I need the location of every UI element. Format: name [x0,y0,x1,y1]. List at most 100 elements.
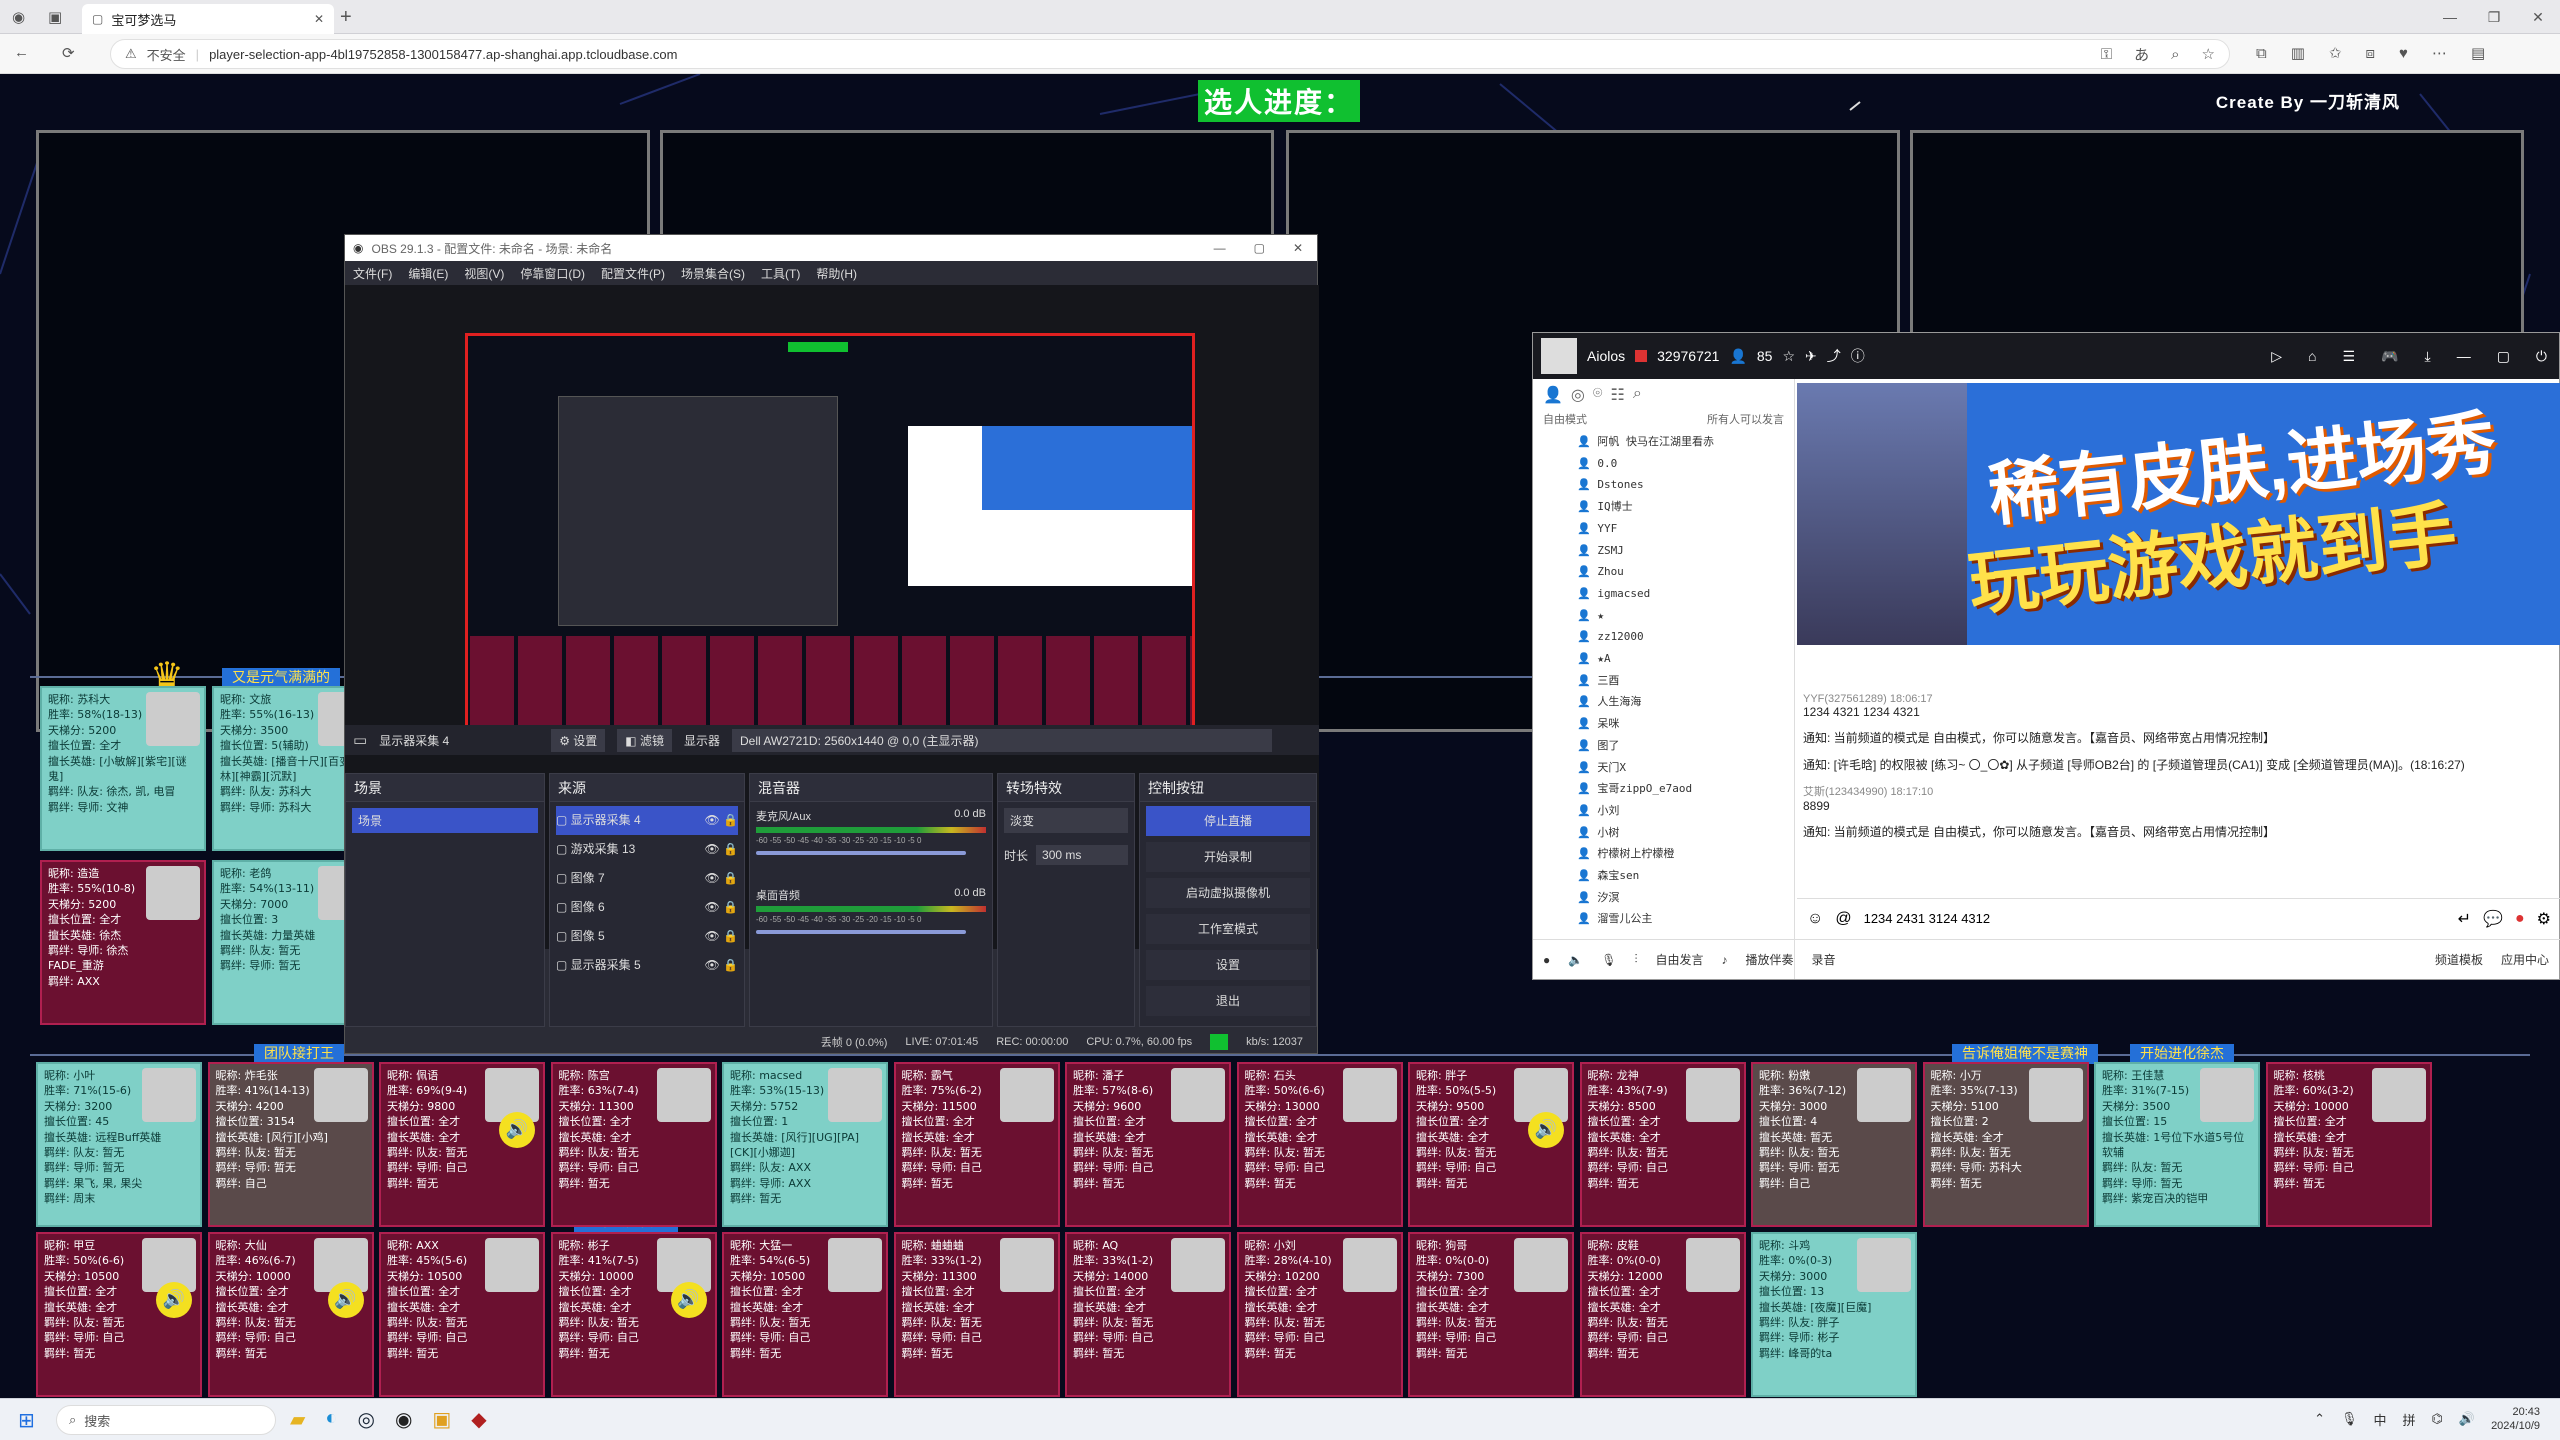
clock-date[interactable]: 2024/10/9 [2491,1419,2540,1433]
player-card[interactable]: 昵称: 小万 胜率: 35%(7-13) 天梯分: 5100 擅长位置: 2 擅长英雄:… [1922,1062,2089,1227]
location-icon[interactable]: ⌾ [1593,385,1603,405]
user-list-item[interactable]: 👤 zz12000 [1577,626,1794,648]
search-icon[interactable]: ⌕ [1633,385,1642,405]
source-settings-button[interactable]: ⚙ 设置 [551,728,606,752]
chat-input[interactable]: 1234 2431 3124 4312 [1864,911,2446,926]
maximize-icon[interactable]: ❐ [2472,0,2516,34]
player-card[interactable]: 昵称: 小叶 胜率: 71%(15-6) 天梯分: 3200 擅长位置: 45 擅长英雄… [36,1062,202,1227]
aio-power-icon[interactable]: ⏻ [2536,348,2547,365]
visibility-lock-icon[interactable]: 👁 🔒 [704,864,738,893]
edge-icon[interactable]: ◐ [325,1407,337,1432]
extensions-icon[interactable]: ⧉ [2256,44,2267,62]
free-speak-button[interactable]: 自由发言 [1655,951,1703,968]
browser-tab[interactable]: ▢ 宝可梦选马 ✕ [82,4,334,34]
download-icon[interactable]: ⤓ [2424,348,2430,365]
display-select[interactable]: Dell AW2721D: 2560x1440 @ 0,0 (主显示器) [732,728,1272,752]
tab-actions-icon[interactable]: ▣ [48,8,62,26]
user-list-item[interactable]: 👤 IQ博士 [1577,496,1794,518]
duration-input[interactable]: 300 ms [1036,845,1128,865]
volume-icon[interactable]: 🔊 [2459,1411,2475,1427]
player-card[interactable]: 昵称: 王佳慧 胜率: 31%(7-15) 天梯分: 3500 擅长位置: 15 擅长英… [2094,1062,2260,1227]
player-card[interactable]: 昵称: AQ 胜率: 33%(1-2) 天梯分: 14000 擅长位置: 全才 擅长英雄… [1065,1232,1231,1397]
source-item[interactable]: ▢ 游戏采集 13 👁 🔒 [556,835,738,864]
mention-icon[interactable]: @ [1835,910,1851,928]
obs-control-button[interactable]: 工作室模式 [1146,914,1310,944]
visibility-lock-icon[interactable]: 👁 🔒 [704,893,738,922]
mic-tray-icon[interactable]: 🎙 [2341,1411,2358,1427]
source-item[interactable]: ▢ 显示器采集 5 👁 🔒 [556,951,738,980]
source-filters-button[interactable]: ◧ 滤镜 [617,728,672,752]
obs-menu-item[interactable]: 场景集合(S) [681,265,745,282]
user-list-item[interactable]: 👤 图了 [1577,735,1794,757]
info-icon[interactable]: ⓘ [1851,346,1865,366]
player-card[interactable]: 昵称: 苏科大 胜率: 58%(18-13) 天梯分: 5200 擅长位置: 全才 擅长… [40,686,206,851]
refresh-icon[interactable]: ⟳ [62,44,75,62]
star-icon[interactable]: ☆ [1782,348,1795,365]
tray-chevron-icon[interactable]: ⌃ [2314,1411,2325,1427]
record-button[interactable]: 录音 [1811,951,1835,968]
accompany-button[interactable]: 播放伴奏 [1745,951,1793,968]
user-list-item[interactable]: 👤 YYF [1577,518,1794,540]
home-icon[interactable]: ⌂ [2308,348,2316,365]
record-icon[interactable]: ● [2515,910,2525,928]
source-item[interactable]: ▢ 图像 5 👁 🔒 [556,922,738,951]
source-item[interactable]: ▢ 图像 7 👁 🔒 [556,864,738,893]
game-icon[interactable]: 🎮 [2381,348,2398,365]
player-card[interactable]: 昵称: 霸气 胜率: 75%(6-2) 天梯分: 11500 擅长位置: 全才 擅长英雄… [893,1062,1060,1227]
user-list-item[interactable]: 👤 ★A [1577,648,1794,670]
obs-control-button[interactable]: 开始录制 [1146,842,1310,872]
music-icon[interactable]: ♪ [1721,953,1727,967]
player-card[interactable]: 🔊 昵称: 甲豆 胜率: 50%(6-6) 天梯分: 10500 擅长位置: 全才 擅长英… [36,1232,202,1397]
browser-essentials-icon[interactable]: ♥ [2399,44,2408,62]
share-icon[interactable]: ⤴ [1827,346,1841,366]
user-list-item[interactable]: 👤 呆咪 [1577,713,1794,735]
player-card[interactable]: 昵称: 蛐蛐蛐 胜率: 33%(1-2) 天梯分: 11300 擅长位置: 全才 擅长英… [893,1232,1060,1397]
aiolos-name[interactable]: Aiolos [1587,348,1625,364]
player-card[interactable]: 🔊 昵称: 大仙 胜率: 46%(6-7) 天梯分: 10000 擅长位置: 全才 擅长英… [207,1232,374,1397]
aio-minimize-icon[interactable]: — [2457,348,2471,365]
obs-menu-item[interactable]: 配置文件(P) [601,265,665,282]
scene-item[interactable]: 场景 [352,808,538,833]
user-list-item[interactable]: 👤 人生海海 [1577,691,1794,713]
obs-menu-item[interactable]: 停靠窗口(D) [520,265,585,282]
translate-icon[interactable]: あ [2134,44,2149,65]
reply-icon[interactable]: 💬 [2483,909,2503,929]
player-card[interactable]: 昵称: 小刘 胜率: 28%(4-10) 天梯分: 10200 擅长位置: 全才 擅长英… [1236,1232,1403,1397]
user-list-item[interactable]: 👤 阿帆 快马在江湖里看赤 [1577,431,1794,453]
obs-control-button[interactable]: 退出 [1146,986,1310,1016]
obs-control-button[interactable]: 启动虚拟摄像机 [1146,878,1310,908]
close-window-icon[interactable]: ✕ [2516,0,2560,34]
player-card[interactable]: 昵称: 狗哥 胜率: 0%(0-0) 天梯分: 7300 擅长位置: 全才 擅长英雄: … [1408,1232,1574,1397]
new-tab-icon[interactable]: + [340,6,352,29]
favorites-bar-icon[interactable]: ✩ [2329,44,2342,62]
player-card[interactable]: 昵称: 陈宫 胜率: 63%(7-4) 天梯分: 11300 擅长位置: 全才 擅长英雄… [550,1062,717,1227]
clock-time[interactable]: 20:43 [2491,1405,2540,1419]
mic-icon[interactable]: 🎙 [1601,953,1616,967]
speaker-icon[interactable]: 🔈 [1568,953,1583,967]
minimize-icon[interactable]: — [2428,0,2472,34]
profile-icon[interactable]: ◉ [12,8,25,26]
emoji-icon[interactable]: ☺ [1807,910,1823,928]
key-icon[interactable]: ⚿ [2101,44,2112,65]
settings-icon[interactable]: ⚙ [2537,909,2560,929]
mixer-volume-slider-1[interactable] [756,851,966,855]
player-card[interactable]: 🔊 昵称: 胖子 胜率: 50%(5-5) 天梯分: 9500 擅长位置: 全才 擅长英雄… [1408,1062,1574,1227]
user-list-item[interactable]: 👤 ★ [1577,605,1794,627]
obs-close-icon[interactable]: ✕ [1293,241,1303,255]
user-list-item[interactable]: 👤 igmacsed [1577,583,1794,605]
user-list-item[interactable]: 👤 ZSMJ [1577,540,1794,562]
obs-maximize-icon[interactable]: ▢ [1254,241,1265,255]
video-icon[interactable]: ▷ [2271,348,2282,365]
visibility-lock-icon[interactable]: 👁 🔒 [704,835,738,864]
obs-menu-item[interactable]: 工具(T) [761,265,800,282]
obs-minimize-icon[interactable]: — [1214,241,1226,255]
obs-control-button[interactable]: 停止直播 [1146,806,1310,836]
mixer-icon[interactable]: ⫶ [1634,952,1637,967]
close-tab-icon[interactable]: ✕ [314,12,324,26]
player-card[interactable]: 昵称: 炸毛张 胜率: 41%(14-13) 天梯分: 4200 擅长位置: 3154… [207,1062,374,1227]
obs-menu-item[interactable]: 文件(F) [353,265,392,282]
plane-icon[interactable]: ✈ [1805,348,1817,365]
split-screen-icon[interactable]: ▥ [2291,44,2305,62]
back-icon[interactable]: ← [14,44,29,61]
ime-mode[interactable]: 拼 [2403,1410,2416,1429]
